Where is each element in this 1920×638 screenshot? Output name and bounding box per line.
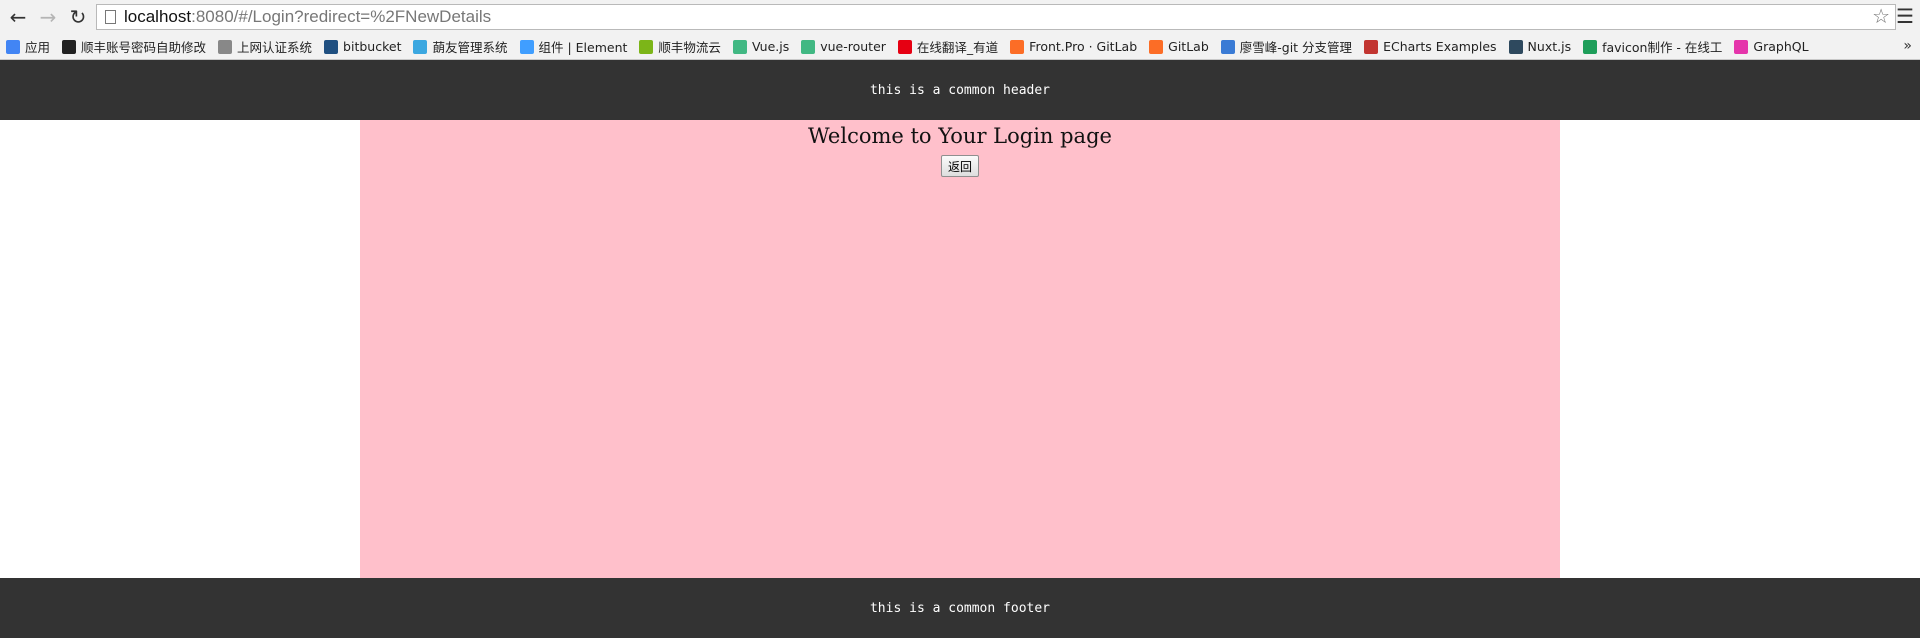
bookmark-item[interactable]: ECharts Examples xyxy=(1364,36,1497,58)
echarts-icon xyxy=(1364,39,1379,54)
bookmark-label: 蓢友管理系统 xyxy=(432,40,508,55)
bookmark-item[interactable]: 上网认证系统 xyxy=(218,36,312,58)
page-footer: this is a common footer xyxy=(0,578,1920,638)
wing-icon xyxy=(413,39,428,54)
youdao-icon xyxy=(897,39,912,54)
graphql-icon xyxy=(1734,39,1749,54)
sf-icon xyxy=(62,39,77,54)
bookmark-item[interactable]: vue-router xyxy=(801,36,886,58)
bookmark-label: 在线翻译_有道 xyxy=(916,40,999,55)
header-text: this is a common header xyxy=(869,82,1050,98)
bookmark-label: bitbucket xyxy=(343,39,402,54)
bookmark-item[interactable]: Vue.js xyxy=(732,36,790,58)
bookmark-label: Vue.js xyxy=(751,39,790,54)
vue-icon xyxy=(801,39,816,54)
bookmark-label: 应用 xyxy=(25,40,51,55)
apps-grid-icon xyxy=(6,39,20,54)
vue-icon xyxy=(732,39,747,54)
gitlab-icon xyxy=(1149,39,1164,54)
address-bar[interactable]: localhost:8080/#/Login?redirect=%2FNewDe… xyxy=(96,4,1896,30)
page-header: this is a common header xyxy=(0,60,1920,120)
bookmark-item[interactable]: Nuxt.js xyxy=(1508,36,1572,58)
page-icon xyxy=(218,39,233,54)
bookmark-item[interactable]: 在线翻译_有道 xyxy=(897,36,999,58)
bookmark-label: vue-router xyxy=(820,39,886,54)
element-icon xyxy=(519,39,534,54)
bookmark-item[interactable]: favicon制作 - 在线工 xyxy=(1583,36,1722,58)
bookmark-label: 组件 | Element xyxy=(538,40,628,55)
bookmark-label: ECharts Examples xyxy=(1383,39,1497,54)
bookmark-item[interactable]: 应用 xyxy=(6,36,50,58)
bookmark-label: GitLab xyxy=(1168,39,1209,54)
reload-icon[interactable]: ↻ xyxy=(66,5,90,29)
page-body: Welcome to Your Login page 返回 xyxy=(0,120,1920,578)
bookmark-label: 顺丰物流云 xyxy=(658,40,721,55)
bookmark-star-icon[interactable]: ☆ xyxy=(1872,4,1890,28)
bitbucket-icon xyxy=(324,39,339,54)
cloud-icon xyxy=(639,39,654,54)
bookmark-item[interactable]: 组件 | Element xyxy=(519,36,628,58)
page-title: Welcome to Your Login page xyxy=(808,124,1112,148)
bookmark-item[interactable]: 廖雪峰-git 分支管理 xyxy=(1220,36,1353,58)
forward-arrow-icon[interactable]: → xyxy=(36,5,60,29)
bookmark-item[interactable]: Front.Pro · GitLab xyxy=(1010,36,1137,58)
bookmark-label: Nuxt.js xyxy=(1527,39,1572,54)
footer-text: this is a common footer xyxy=(869,600,1050,616)
page-icon xyxy=(105,10,116,24)
bookmark-label: 顺丰账号密码自助修改 xyxy=(81,40,207,55)
login-content: Welcome to Your Login page 返回 xyxy=(360,120,1560,578)
back-arrow-icon[interactable]: ← xyxy=(6,5,30,29)
bookmark-item[interactable]: 顺丰物流云 xyxy=(639,36,721,58)
gitlab-icon xyxy=(1010,39,1025,54)
favicon-icon xyxy=(1583,39,1598,54)
bookmark-label: Front.Pro · GitLab xyxy=(1029,39,1138,54)
bookmark-item[interactable]: GitLab xyxy=(1149,36,1209,58)
bookmark-label: 上网认证系统 xyxy=(237,40,313,55)
url-path: :8080/#/Login?redirect=%2FNewDetails xyxy=(191,7,492,26)
bookmark-item[interactable]: 顺丰账号密码自助修改 xyxy=(62,36,206,58)
bookmark-item[interactable]: GraphQL xyxy=(1734,36,1809,58)
bookmark-item[interactable]: 蓢友管理系统 xyxy=(413,36,508,58)
browser-menu-icon[interactable]: ☰ xyxy=(1896,4,1914,28)
bookmark-label: favicon制作 - 在线工 xyxy=(1602,40,1723,55)
bookmarks-overflow-icon[interactable]: » xyxy=(1903,38,1912,54)
bookmark-label: 廖雪峰-git 分支管理 xyxy=(1239,40,1353,55)
rocket-icon xyxy=(1220,39,1235,54)
back-button[interactable]: 返回 xyxy=(940,155,979,177)
nuxt-icon xyxy=(1508,39,1523,54)
bookmark-item[interactable]: bitbucket xyxy=(324,36,401,58)
url-host: localhost xyxy=(124,7,192,26)
bookmark-label: GraphQL xyxy=(1753,39,1809,54)
browser-toolbar: ← → ↻ localhost:8080/#/Login?redirect=%2… xyxy=(0,0,1920,34)
bookmarks-bar: 应用 顺丰账号密码自助修改 上网认证系统 bitbucket 蓢友管理系统 组件 | El… xyxy=(0,34,1920,60)
